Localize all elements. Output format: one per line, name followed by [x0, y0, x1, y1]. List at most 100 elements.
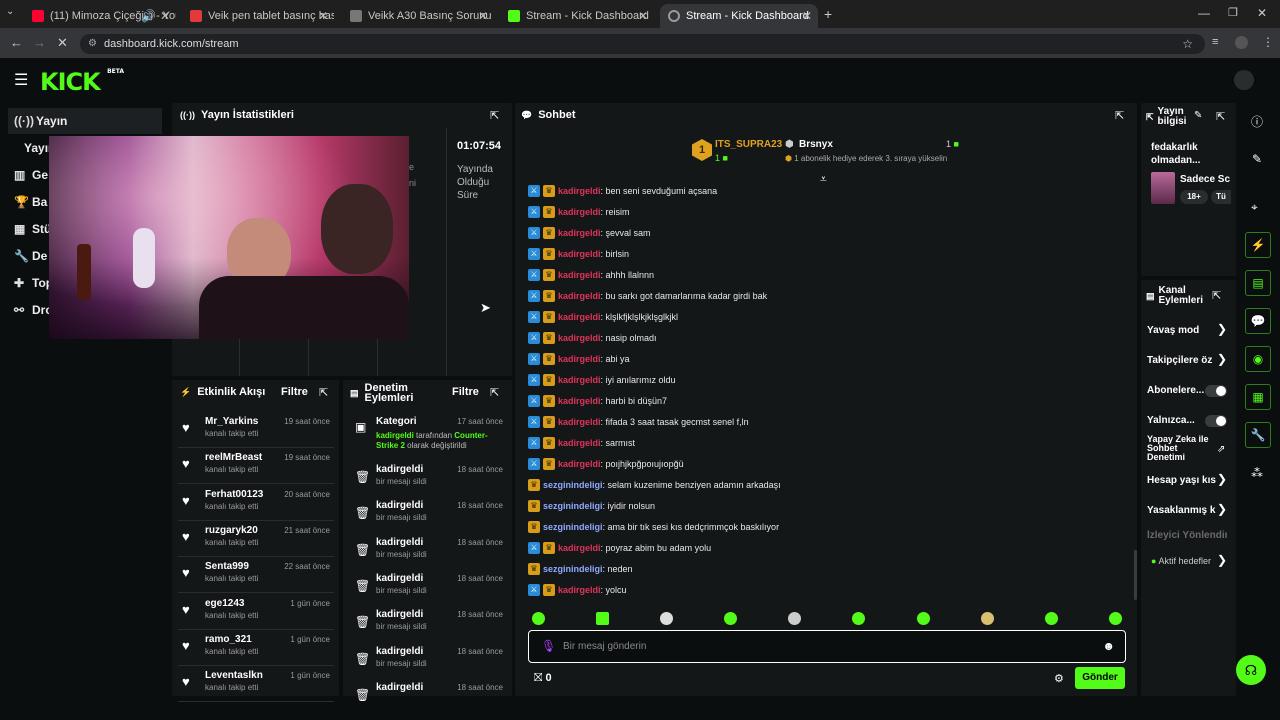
mod-game-link[interactable]: Strike 2 — [376, 441, 405, 450]
url-field[interactable]: ⚙ dashboard.kick.com/stream ☆ — [80, 34, 1205, 54]
chat-username[interactable]: kadirgeldi — [558, 333, 601, 343]
back-icon[interactable]: ← — [10, 35, 23, 50]
activity-item[interactable]: ♥ Mr_Yarkins kanalı takip etti 19 saat önce — [178, 414, 334, 448]
popout-icon[interactable]: ⇱ — [1212, 289, 1221, 302]
chat-username[interactable]: kadirgeldi — [558, 228, 601, 238]
sidebar-item-stream[interactable]: ((·)) Yayın — [8, 108, 162, 134]
restore-icon[interactable]: ❐ — [1228, 6, 1238, 19]
info-icon[interactable]: ⓘ — [1251, 113, 1263, 130]
emote-icon[interactable] — [724, 612, 737, 625]
close-icon[interactable]: ✕ — [802, 9, 812, 23]
chat-username[interactable]: kadirgeldi — [558, 396, 601, 406]
emote-icon[interactable] — [660, 612, 673, 625]
active-goals-action[interactable]: ● Aktif hedefler — [1151, 556, 1211, 566]
mod-username[interactable]: kadirgeldi — [376, 682, 423, 693]
emote-icon[interactable] — [981, 612, 994, 625]
quick-action-broadcast[interactable]: ◉ — [1245, 346, 1271, 372]
activity-username[interactable]: ruzgaryk20 — [205, 525, 258, 536]
chat-username[interactable]: kadirgeldi — [558, 375, 601, 385]
chat-message[interactable]: ♛ sezginindeligi: iyidir nolsun — [528, 498, 655, 514]
external-link-icon[interactable]: ⇗ — [1217, 444, 1225, 455]
activity-username[interactable]: reelMrBeast — [205, 452, 262, 463]
activity-username[interactable]: Ferhat00123 — [205, 489, 263, 500]
chat-message[interactable]: ⚔ ♛ kadirgeldi: nasip olmadı — [528, 330, 657, 346]
emoji-icon[interactable]: ☻ — [1102, 639, 1115, 653]
bookmark-star-icon[interactable]: ☆ — [1182, 34, 1193, 54]
close-icon[interactable]: ✕ — [160, 9, 170, 23]
category-name[interactable]: Sadece Sc — [1180, 174, 1232, 185]
new-tab-icon[interactable]: + — [824, 6, 832, 22]
collapse-leaderboard-icon[interactable]: ⩡ — [820, 172, 827, 187]
browser-tab-5[interactable]: Stream - Kick Dashboard ✕ — [660, 4, 818, 28]
hamburger-menu-icon[interactable]: ☰ — [14, 70, 28, 90]
subscribers-only-toggle[interactable] — [1205, 385, 1227, 397]
emote-icon[interactable] — [596, 612, 609, 625]
leaderboard-user-2[interactable]: Brsnyx — [799, 139, 833, 150]
activity-item[interactable]: ♥ ramo_321 kanalı takip etti 1 gün önce — [178, 632, 334, 666]
chevron-right-icon[interactable]: ❯ — [1217, 322, 1227, 336]
chat-message[interactable]: ⚔ ♛ kadirgeldi: bu sarkı got damarlarıma k… — [528, 288, 767, 304]
popout-icon[interactable]: ⇱ — [1115, 109, 1124, 122]
chat-username[interactable]: sezginindeligi — [543, 522, 603, 532]
quick-action-chat[interactable]: 💬 — [1245, 308, 1271, 334]
emote-only-toggle[interactable] — [1205, 415, 1227, 427]
emote-icon[interactable] — [788, 612, 801, 625]
pencil-icon[interactable]: ✎ — [1252, 152, 1262, 166]
help-support-icon[interactable]: ☊ — [1236, 655, 1266, 685]
close-icon[interactable]: ✕ — [478, 9, 488, 23]
mod-username[interactable]: kadirgeldi — [376, 573, 423, 584]
chat-message[interactable]: ⚔ ♛ kadirgeldi: klşlkfjklşlkjklşglkjkl — [528, 309, 678, 325]
chevron-right-icon[interactable]: ❯ — [1217, 352, 1227, 366]
activity-item[interactable]: ♥ ruzgaryk20 kanalı takip etti 21 saat önce — [178, 523, 334, 557]
emote-icon[interactable] — [532, 612, 545, 625]
mod-username[interactable]: kadirgeldi — [376, 646, 423, 657]
focus-icon[interactable]: ⌖ — [1251, 200, 1258, 215]
chat-username[interactable]: kadirgeldi — [558, 543, 601, 553]
activity-username[interactable]: ramo_321 — [205, 634, 252, 645]
activity-item[interactable]: ♥ Leventaslkn kanalı takip etti 1 gün önce — [178, 668, 334, 703]
chat-message[interactable]: ⚔ ♛ kadirgeldi: fifada 3 saat tasak gecmst… — [528, 414, 749, 430]
chat-username[interactable]: kadirgeldi — [558, 459, 601, 469]
moderation-filter-button[interactable]: Filtre — [452, 386, 479, 398]
chat-message[interactable]: ⚔ ♛ kadirgeldi: poyraz abim bu adam yolu — [528, 540, 711, 556]
mod-username[interactable]: kadirgeldi — [376, 464, 423, 475]
activity-item[interactable]: ♥ reelMrBeast kanalı takip etti 19 saat önc… — [178, 450, 334, 485]
emote-icon[interactable] — [852, 612, 865, 625]
kick-logo[interactable]: KICK BETA — [40, 68, 124, 96]
chat-message[interactable]: ♛ sezginindeligi: neden — [528, 561, 633, 577]
ai-moderation-action[interactable]: Yapay Zeka ile Sohbet Denetimi — [1147, 435, 1215, 462]
close-icon[interactable]: ✕ — [638, 9, 648, 23]
chat-username[interactable]: sezginindeligi — [543, 480, 603, 490]
chat-message[interactable]: ♛ sezginindeligi: ama bir tık sesi kıs de… — [528, 519, 779, 535]
chat-message[interactable]: ⚔ ♛ kadirgeldi: birlsin — [528, 246, 629, 262]
activity-filter-button[interactable]: Filtre — [281, 386, 308, 398]
emote-icon[interactable] — [917, 612, 930, 625]
minimize-icon[interactable]: — — [1198, 6, 1210, 20]
activity-username[interactable]: Leventaslkn — [205, 670, 263, 681]
send-button[interactable]: Gönder — [1075, 667, 1125, 689]
quick-action-lightning[interactable]: ⚡ — [1245, 232, 1271, 258]
popout-icon[interactable]: ⇱ — [490, 386, 499, 399]
chat-message[interactable]: ⚔ ♛ kadirgeldi: poıjhjkpğpoıujıopğü — [528, 456, 684, 472]
chevron-right-icon[interactable]: ❯ — [1217, 553, 1227, 567]
chevron-right-icon[interactable]: ❯ — [1217, 502, 1227, 516]
mod-username[interactable]: kadirgeldi — [376, 537, 423, 548]
quick-action-wrench[interactable]: 🔧 — [1245, 422, 1271, 448]
activity-username[interactable]: Mr_Yarkins — [205, 416, 258, 427]
emote-icon[interactable] — [1109, 612, 1122, 625]
close-icon[interactable]: ✕ — [318, 9, 328, 23]
chat-username[interactable]: kadirgeldi — [558, 207, 601, 217]
chat-message[interactable]: ⚔ ♛ kadirgeldi: ahhh llalnnn — [528, 267, 654, 283]
mod-game-link[interactable]: Counter- — [454, 431, 487, 440]
extensions-icon[interactable]: ≡ — [1212, 36, 1218, 48]
chat-message[interactable]: ⚔ ♛ kadirgeldi: ben seni sevduğumi açsana — [528, 183, 717, 199]
activity-username[interactable]: ege1243 — [205, 598, 244, 609]
popout-icon[interactable]: ⇱ — [490, 109, 499, 122]
quick-action-clipboard[interactable]: ▤ — [1245, 270, 1271, 296]
activity-username[interactable]: Senta999 — [205, 561, 249, 572]
chat-username[interactable]: kadirgeldi — [558, 291, 601, 301]
forward-icon[interactable]: → — [33, 35, 46, 50]
chat-username[interactable]: kadirgeldi — [558, 186, 601, 196]
chat-username[interactable]: kadirgeldi — [558, 438, 601, 448]
chevron-right-icon[interactable]: ❯ — [1217, 472, 1227, 486]
